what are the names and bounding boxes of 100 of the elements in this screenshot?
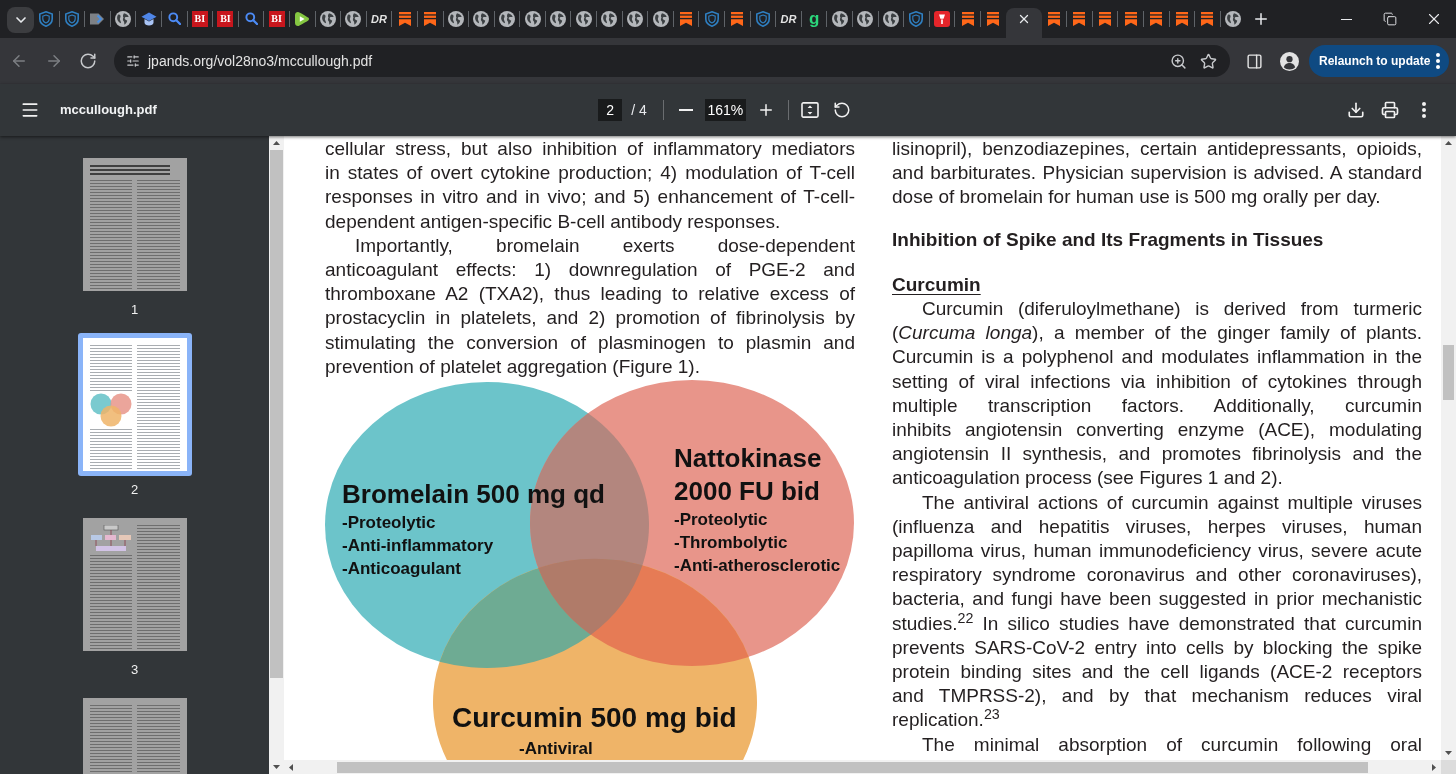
page-thumbnail[interactable]: [82, 518, 187, 651]
bookmark-icon: [422, 11, 439, 27]
globe-icon: [115, 11, 132, 27]
torch-icon: [934, 11, 951, 27]
profile-icon: [1279, 51, 1299, 71]
browser-tab[interactable]: DR: [366, 8, 392, 38]
venn-set-title: Nattokinase 2000 FU bid: [674, 443, 822, 507]
browser-tab[interactable]: g: [801, 8, 827, 38]
address-bar[interactable]: jpands.org/vol28no3/mccullough.pdf: [114, 45, 1230, 77]
logo-letter: g: [808, 11, 820, 30]
logo-wordmark: DR: [780, 12, 797, 27]
left-triangle-icon[interactable]: [289, 763, 293, 771]
paragraph-text: cellular stress, but also inhibition of inflammatory mediators in states of overt cytokine production; 4) modulation of T-cell responses in vitro and in vivo; and 5) enhancement of T-cell- dependent antigen-specific B-cell antibody responses.: [325, 137, 855, 234]
scrollbar-thumb[interactable]: [1443, 345, 1454, 400]
shield-icon: [38, 11, 55, 27]
bookmark-icon: [959, 11, 976, 27]
shield-icon: [703, 11, 720, 27]
globe-icon: [499, 11, 515, 27]
reload-icon: [79, 52, 97, 70]
page-number-label: 1: [130, 303, 139, 317]
scrollbar[interactable]: [269, 136, 284, 774]
logo-badge: BI: [268, 11, 285, 27]
section-heading: Inhibition of Spike and Its Fragments in Tissues: [892, 227, 1324, 252]
url-text: jpands.org/vol28no3/mccullough.pdf: [148, 51, 373, 71]
bookmark-icon: [678, 11, 695, 27]
subsection-heading: Curcumin: [892, 272, 981, 297]
relaunch-button[interactable]: Relaunch to update: [1309, 45, 1449, 77]
globe-icon: [626, 11, 643, 27]
browser-tab[interactable]: BI: [187, 8, 213, 38]
bookmark-icon: [396, 11, 413, 27]
globe-icon: [319, 11, 336, 27]
globe-icon: [447, 11, 464, 27]
logo-wordmark: DR: [371, 12, 387, 27]
up-triangle-icon[interactable]: [273, 141, 280, 145]
globe-icon: [882, 11, 899, 27]
scrollbar-corner: [1441, 760, 1456, 774]
page-number-field[interactable]: 2: [598, 99, 623, 121]
venn-set-title: Curcumin 500 mg bid: [452, 702, 737, 734]
search-icon: [244, 12, 258, 25]
globe-icon: [857, 11, 874, 27]
bookmark-icon: [985, 11, 1002, 27]
browser-tab[interactable]: BI: [264, 8, 289, 38]
menu-icon: [20, 100, 40, 120]
right-triangle-icon[interactable]: [1432, 763, 1436, 771]
shield-icon: [908, 11, 925, 27]
paragraph-text: The minimal absorption of curcumin following oral: [921, 732, 1422, 757]
bookmark-icon: [1122, 11, 1139, 27]
restore-icon: [1383, 12, 1397, 26]
minus-icon: [678, 109, 693, 111]
paragraph-text: Importantly, bromelain exerts dose-dependent anticoagulant effects: 1) downregulation of PGE-2 and thromboxane A2 (TXA2), thus leading to relative excess of prostacyclin in platelets, and 2) promotion of fibrinolysis by stimulating the conversion of plasminogen to plasmin and prevention of platelet aggregation (Figure 1).: [325, 233, 855, 379]
globe-icon: [1225, 11, 1241, 27]
zoom-field[interactable]: 161%: [704, 99, 746, 121]
download-icon: [1347, 101, 1365, 119]
page-thumbnail[interactable]: [77, 333, 192, 476]
star-icon: [1199, 52, 1217, 70]
paragraph-text: The antiviral actions of curcumin against multiple viruses (influenza and hepatitis viruses, herpes viruses, human papilloma virus, human immunodeficiency virus, severe acute respiratory syndrome coronavirus and other coronaviruses), bacteria, and fungi have been suggested in prior mechanistic studies.$^{22}$ In silico studies have demonstrated that curcumin prevents SARS-CoV-2 entry into cells by blocking the spike protein binding sites and the cell ligands (ACE-2 receptors and TMPRSS-2), and by that mechanism reduces viral replication.$^{23}$: [892, 490, 1422, 733]
page-thumbnail[interactable]: [82, 158, 187, 291]
bookmark-icon: [1045, 11, 1062, 27]
graduation-cap-icon: [140, 11, 157, 27]
globe-icon: [601, 11, 618, 27]
scrollbar[interactable]: [284, 760, 1441, 774]
bookmark-icon: [729, 11, 746, 27]
scrollbar[interactable]: [1441, 136, 1456, 760]
tag-icon: [89, 11, 106, 27]
paragraph-text: Curcumin (diferuloylmethane) is derived from turmeric (Curcuma longa), a member of the ginger family of plants. Curcumin is a polyphenol and modulates inflammation in the setting of viral infections via inhibition of cytokines through multiple transcription factors. Additionally, curcumin inhibits angiotensin converting enzyme (ACE), modulating angiotensin II synthesis, and promotes fibrinolysis and the anticoagulation process (see Figures 1 and 2).: [892, 297, 1422, 491]
globe-icon: [473, 11, 490, 27]
venn-item-label: -Proteolytic: [342, 513, 436, 533]
page-number-label: 3: [130, 663, 139, 677]
venn-item-label: -Anti-inflammatory: [342, 536, 494, 556]
venn-item-label: -Anticoagulant: [342, 559, 461, 579]
venn-item-label: -Proteolytic: [674, 510, 768, 530]
tab-search-button[interactable]: [7, 7, 34, 33]
globe-icon: [524, 11, 541, 27]
bookmark-icon: [1148, 11, 1165, 27]
page-thumbnail[interactable]: [82, 698, 187, 774]
print-icon: [1381, 101, 1399, 119]
search-icon: [167, 12, 181, 25]
scrollbar-thumb[interactable]: [337, 761, 1368, 773]
down-triangle-icon[interactable]: [273, 764, 280, 769]
zoom-in-icon: [1169, 52, 1187, 70]
venn-item-label: -Antiviral: [519, 739, 593, 759]
up-triangle-icon[interactable]: [1445, 141, 1452, 145]
fit-page-icon: [800, 102, 819, 118]
scrollbar-thumb[interactable]: [270, 150, 283, 678]
globe-icon: [652, 11, 669, 27]
globe-icon: [345, 11, 362, 27]
document-title: mccullough.pdf: [60, 101, 157, 120]
browser-tab[interactable]: BI: [213, 8, 238, 38]
down-triangle-icon[interactable]: [1445, 751, 1452, 755]
logo-badge: BI: [217, 11, 234, 27]
shield-icon: [63, 11, 80, 27]
shield-icon: [754, 11, 771, 27]
bookmark-icon: [1199, 11, 1216, 27]
venn-item-label: -Thrombolytic: [674, 533, 788, 553]
more-icon: [1436, 53, 1440, 69]
more-icon: [1422, 102, 1426, 118]
minimize-icon: [1340, 18, 1352, 20]
page-number-label: 2: [130, 483, 139, 497]
browser-tab[interactable]: DR: [776, 8, 801, 38]
globe-icon: [831, 11, 848, 27]
